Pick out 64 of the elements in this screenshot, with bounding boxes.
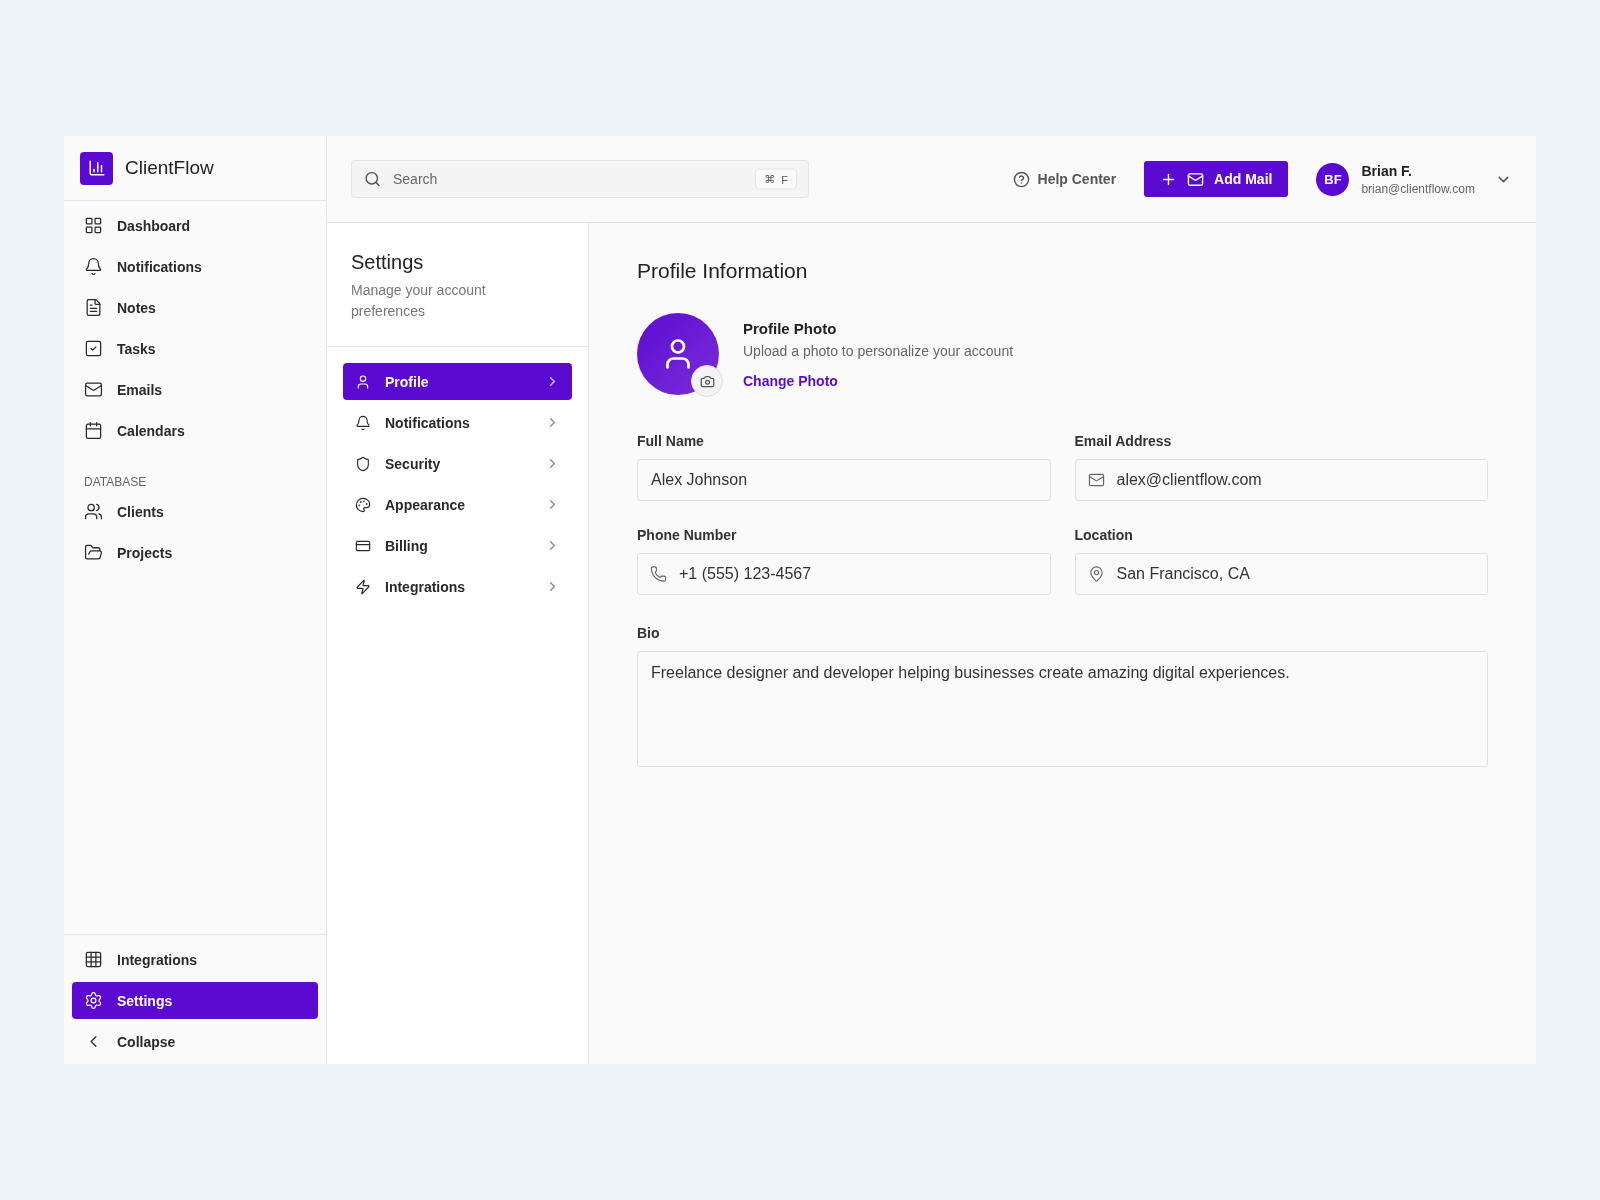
user-email: brian@clientflow.com xyxy=(1361,181,1475,196)
help-center-link[interactable]: Help Center xyxy=(1012,170,1117,188)
input-field[interactable]: San Francisco, CA xyxy=(1074,553,1488,595)
logo-icon xyxy=(80,151,113,185)
nav-icon xyxy=(84,502,103,521)
settings-subtitle: Manage your account preferences xyxy=(351,281,487,321)
sidebar-item[interactable]: Notifications xyxy=(72,248,318,285)
nav-icon xyxy=(84,991,103,1010)
sidebar-item[interactable]: Integrations xyxy=(72,941,318,978)
user-avatar: BF xyxy=(1316,162,1350,196)
field-label: Full Name xyxy=(637,433,705,449)
nav-icon xyxy=(84,298,103,317)
field-label: Location xyxy=(1074,527,1134,543)
nav-icon xyxy=(84,543,103,562)
nav-icon xyxy=(84,421,103,440)
settings-nav-item[interactable]: Profile xyxy=(343,363,572,400)
photo-hint: Upload a photo to personalize your account xyxy=(743,342,1014,359)
settings-nav-item[interactable]: Appearance xyxy=(343,486,572,523)
field-label: Email Address xyxy=(1074,433,1173,449)
settings-nav-item[interactable]: Billing xyxy=(343,527,572,564)
shortcut-hint: ⌘ F xyxy=(755,168,797,190)
sidebar-item[interactable]: Clients xyxy=(72,493,318,530)
field-label: Bio xyxy=(637,625,661,641)
nav-icon xyxy=(84,216,103,235)
nav-icon xyxy=(355,496,371,513)
settings-nav-item[interactable]: Notifications xyxy=(343,404,572,441)
nav-icon xyxy=(355,373,371,390)
settings-nav-item[interactable]: Security xyxy=(343,445,572,482)
location-icon xyxy=(1087,565,1105,583)
input-field[interactable]: +1 (555) 123-4567 xyxy=(637,553,1051,595)
phone-icon xyxy=(650,565,667,583)
nav-icon xyxy=(355,455,371,472)
nav-icon xyxy=(84,380,103,399)
nav-icon xyxy=(355,578,371,595)
brand-name: ClientFlow xyxy=(125,157,214,179)
sidebar-item[interactable]: Emails xyxy=(72,371,318,408)
add-mail-button[interactable]: Add Mail xyxy=(1144,161,1289,197)
input-field[interactable]: Alex Johnson xyxy=(637,459,1051,501)
help-icon xyxy=(1012,170,1030,188)
sidebar-item[interactable]: Calendars xyxy=(72,412,318,449)
nav-icon xyxy=(84,950,103,969)
user-name: Brian F. xyxy=(1361,162,1413,179)
input-field[interactable]: alex@clientflow.com xyxy=(1074,459,1488,501)
sidebar-item[interactable]: Projects xyxy=(72,534,318,571)
sidebar-item[interactable]: Notes xyxy=(72,289,318,326)
field-label: Phone Number xyxy=(637,527,738,543)
collapse-button[interactable]: Collapse xyxy=(72,1023,318,1060)
settings-title: Settings xyxy=(351,251,425,274)
section-title: Profile Information xyxy=(637,259,809,283)
camera-icon[interactable] xyxy=(691,365,723,397)
bio-field[interactable]: Freelance designer and developer helping businesses create amazing digital experiences. xyxy=(637,651,1488,767)
email-icon xyxy=(1087,471,1105,489)
photo-title: Profile Photo xyxy=(743,319,838,337)
sidebar-item[interactable]: Dashboard xyxy=(72,207,318,244)
nav-icon xyxy=(84,339,103,358)
change-photo-link[interactable]: Change Photo xyxy=(743,372,1014,389)
sidebar-item[interactable]: Tasks xyxy=(72,330,318,367)
section-title: DATABASE xyxy=(83,474,148,491)
mail-icon xyxy=(1187,170,1205,188)
settings-nav-item[interactable]: Integrations xyxy=(343,568,572,605)
sidebar-item[interactable]: Settings xyxy=(72,982,318,1019)
nav-icon xyxy=(355,414,371,431)
nav-icon xyxy=(84,257,103,276)
search-icon xyxy=(364,170,381,188)
